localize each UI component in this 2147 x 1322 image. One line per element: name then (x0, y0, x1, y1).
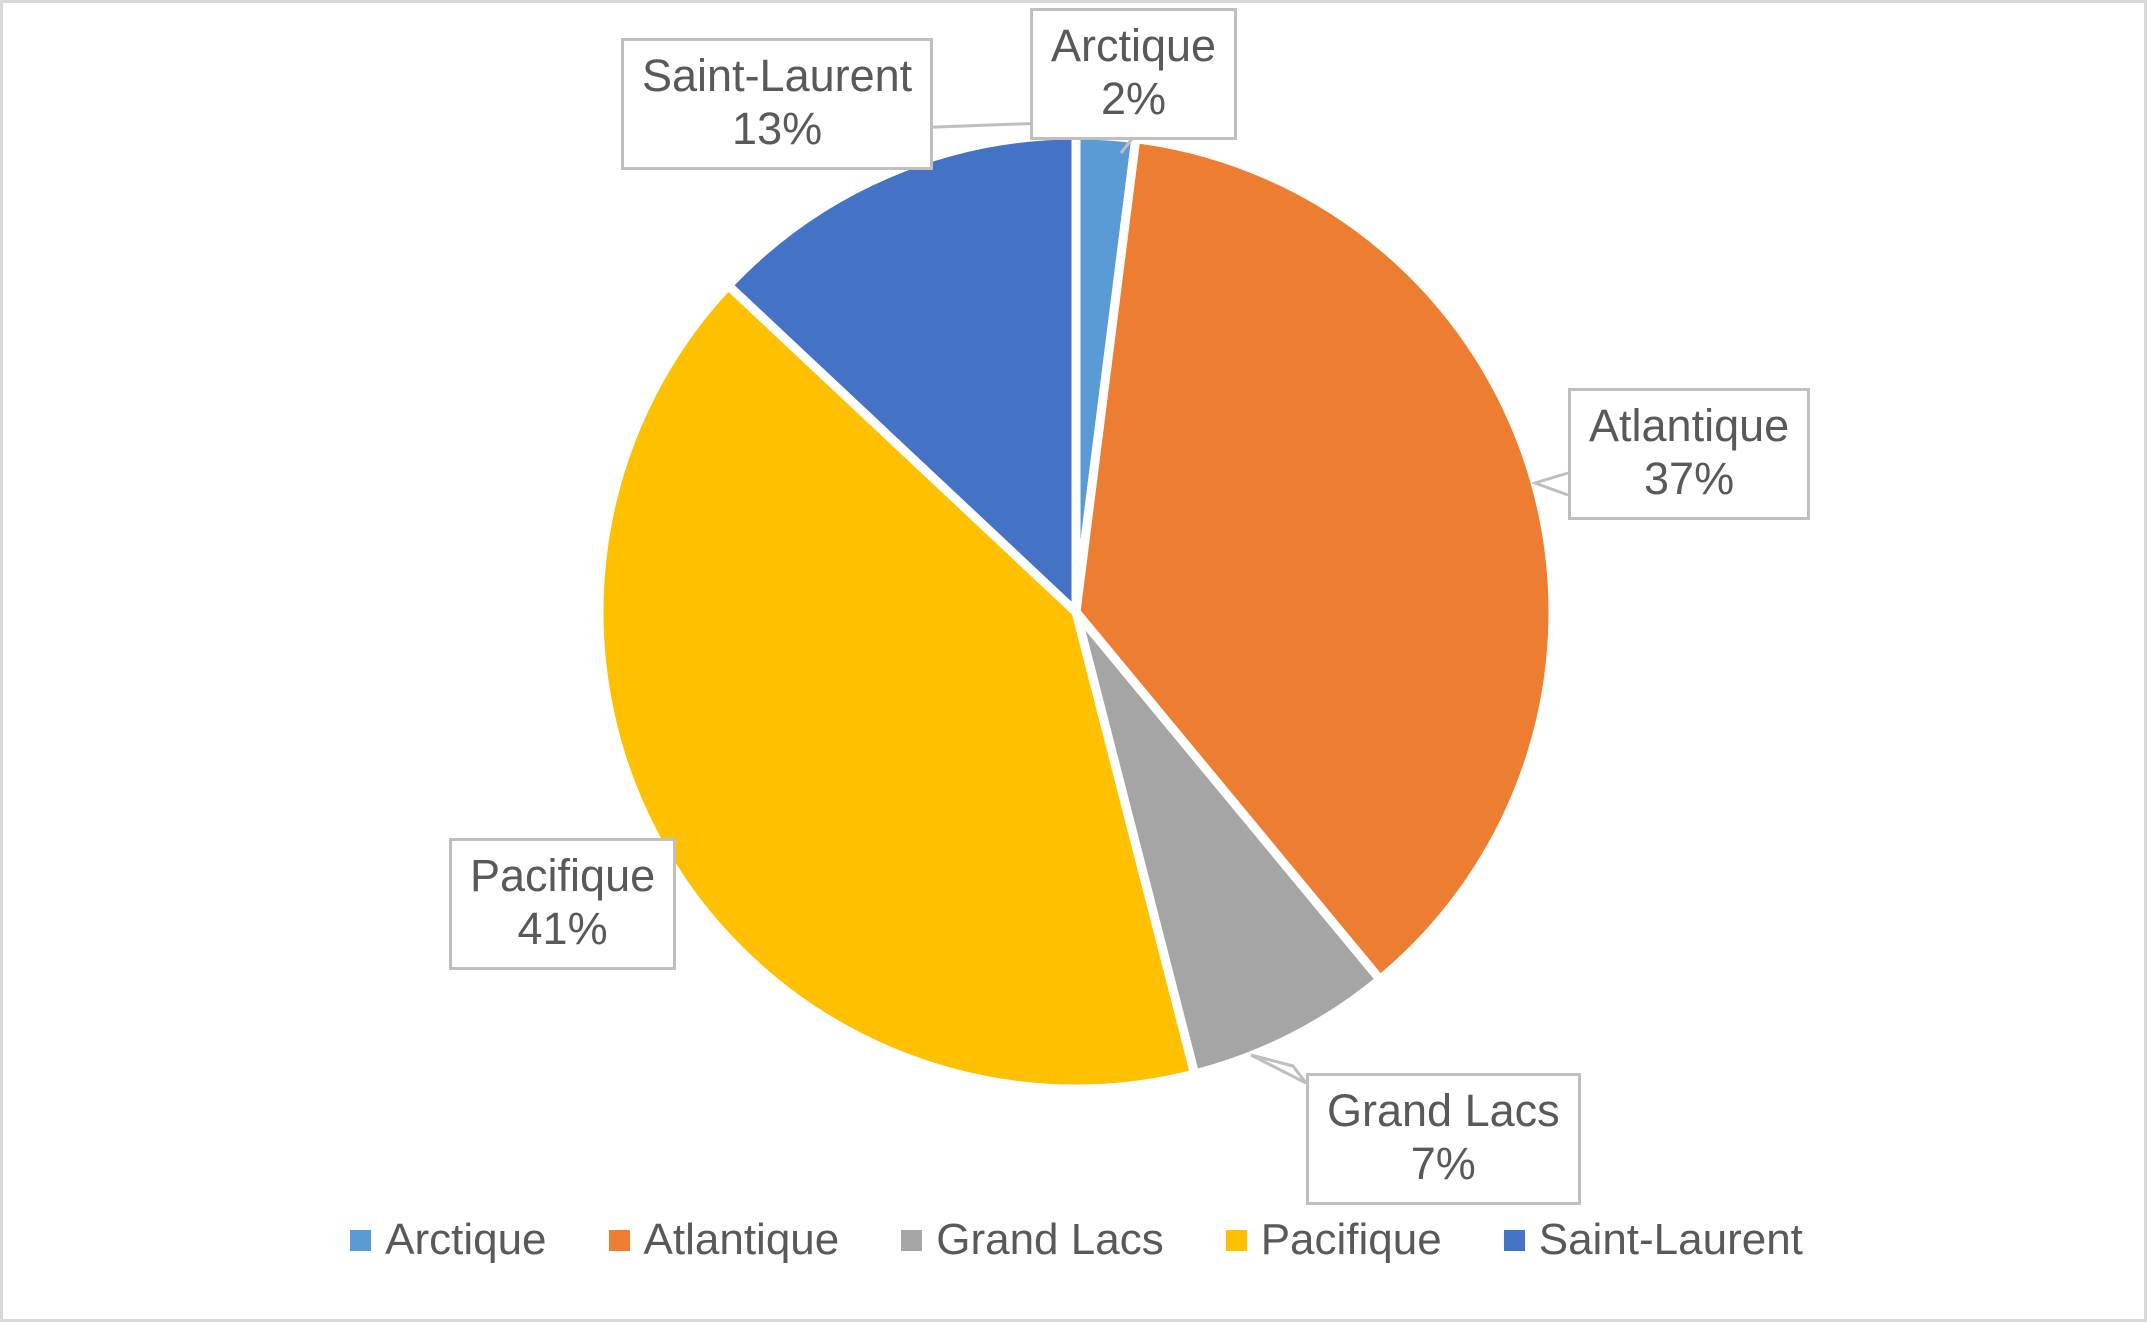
legend-label-arctique: Arctique (385, 1215, 547, 1264)
legend-swatch-grand-lacs (901, 1229, 923, 1251)
legend-item-pacifique[interactable]: Pacifique (1225, 1215, 1442, 1264)
legend-item-atlantique[interactable]: Atlantique (608, 1215, 840, 1264)
legend-swatch-atlantique (608, 1229, 630, 1251)
callout-value-atlantique: 37% (1644, 453, 1735, 505)
pie-plot-area (3, 3, 2144, 1319)
pie-chart-frame: Saint-Laurent 13% Arctique 2% Atlantique… (0, 0, 2147, 1322)
legend-swatch-arctique (350, 1229, 372, 1251)
pie-slice-group (594, 130, 1558, 1094)
legend-swatch-saint-laurent (1503, 1229, 1525, 1251)
callout-value-arctique: 2% (1101, 73, 1167, 125)
callout-label-pacifique: Pacifique (470, 850, 656, 901)
callout-label-saint-laurent: Saint-Laurent (642, 50, 913, 101)
legend-item-grand-lacs[interactable]: Grand Lacs (901, 1215, 1164, 1264)
legend-swatch-pacifique (1225, 1229, 1247, 1251)
callout-pacifique[interactable]: Pacifique 41% (449, 838, 677, 971)
callout-saint-laurent[interactable]: Saint-Laurent 13% (621, 38, 934, 171)
chart-legend: Arctique Atlantique Grand Lacs Pacifique Sai… (3, 1215, 2144, 1264)
legend-label-grand-lacs: Grand Lacs (936, 1215, 1164, 1264)
callout-value-pacifique: 41% (517, 903, 608, 955)
callout-atlantique[interactable]: Atlantique 37% (1568, 388, 1811, 521)
legend-label-pacifique: Pacifique (1260, 1215, 1442, 1264)
legend-label-atlantique: Atlantique (643, 1215, 840, 1264)
callout-label-grand-lacs: Grand Lacs (1327, 1085, 1560, 1136)
legend-item-arctique[interactable]: Arctique (350, 1215, 547, 1264)
callout-label-atlantique: Atlantique (1589, 400, 1790, 451)
legend-item-saint-laurent[interactable]: Saint-Laurent (1503, 1215, 1803, 1264)
leader-tail-grand-lacs (1250, 1053, 1308, 1085)
legend-label-saint-laurent: Saint-Laurent (1538, 1215, 1803, 1264)
callout-grand-lacs[interactable]: Grand Lacs 7% (1306, 1073, 1581, 1206)
pie-svg (594, 97, 1569, 1094)
callout-value-saint-laurent: 13% (732, 103, 823, 155)
callout-label-arctique: Arctique (1051, 20, 1217, 71)
callout-value-grand-lacs: 7% (1410, 1138, 1476, 1190)
callout-arctique[interactable]: Arctique 2% (1030, 8, 1238, 141)
